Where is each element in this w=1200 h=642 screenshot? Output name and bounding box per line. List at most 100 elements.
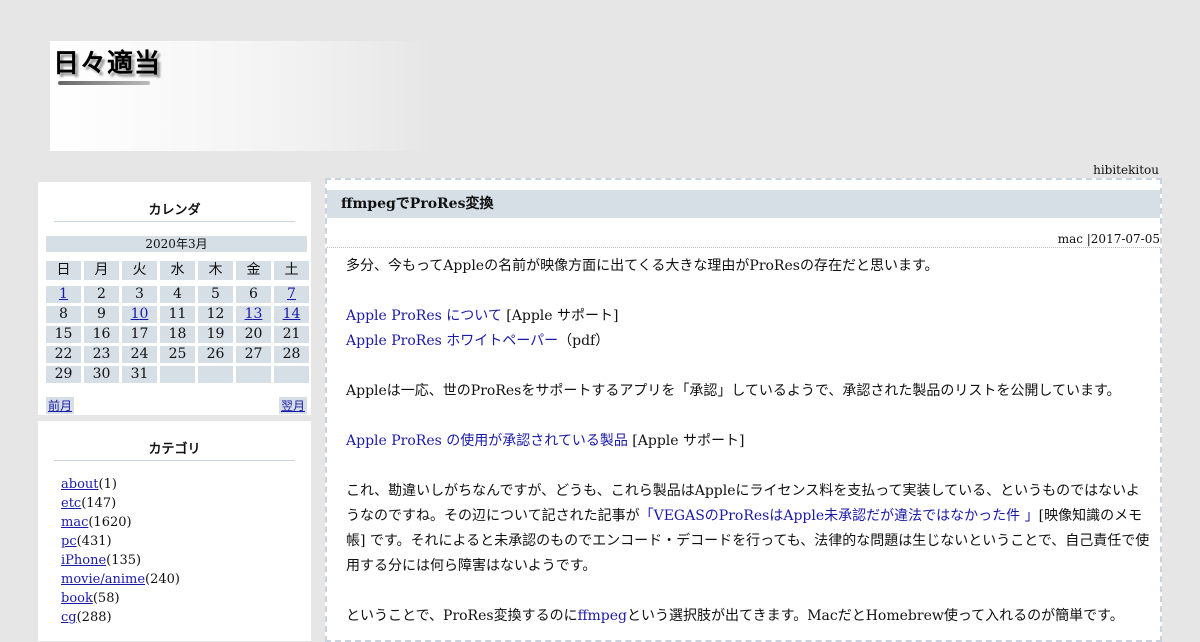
category-item: mac(1620) bbox=[61, 513, 311, 532]
category-count: (135) bbox=[106, 553, 142, 568]
calendar-day: 9 bbox=[84, 306, 119, 323]
category-list: about(1) etc(147) mac(1620) pc(431) iPhone(1… bbox=[61, 475, 311, 627]
calendar-day bbox=[236, 366, 271, 383]
calendar-day: 31 bbox=[122, 366, 157, 383]
calendar-day: 22 bbox=[46, 346, 81, 363]
site-banner: 日々適当 bbox=[50, 41, 438, 151]
title-underline-decoration bbox=[58, 81, 150, 85]
category-count: (58) bbox=[92, 591, 120, 606]
calendar-day: 3 bbox=[122, 286, 157, 303]
calendar-day-link[interactable]: 7 bbox=[287, 286, 296, 302]
category-link[interactable]: pc bbox=[61, 534, 77, 549]
calendar-weekday: 水 bbox=[160, 261, 195, 280]
category-item: pc(431) bbox=[61, 532, 311, 551]
category-count: (1620) bbox=[88, 515, 132, 530]
category-count: (1) bbox=[98, 477, 117, 492]
calendar-day: 6 bbox=[236, 286, 271, 303]
category-link[interactable]: book bbox=[61, 591, 93, 606]
calendar-widget: カレンダ 2020年3月 日月火水木金土 1 2 3 4 5 6 7 8 9 10 11 12 13 14 1… bbox=[38, 182, 311, 415]
category-item: cg(288) bbox=[61, 608, 311, 627]
calendar-day-link[interactable]: 14 bbox=[283, 306, 301, 322]
calendar-day: 26 bbox=[198, 346, 233, 363]
category-count: (288) bbox=[76, 610, 112, 625]
calendar-day[interactable]: 10 bbox=[122, 306, 157, 323]
category-link[interactable]: iPhone bbox=[61, 553, 106, 568]
calendar-weekday: 日 bbox=[46, 261, 81, 280]
category-count: (431) bbox=[76, 534, 112, 549]
prev-month-link[interactable]: 前月 bbox=[46, 397, 75, 414]
link-source: [Apple サポート] bbox=[627, 433, 745, 449]
category-link[interactable]: cg bbox=[61, 610, 77, 625]
calendar-day bbox=[198, 366, 233, 383]
ffmpeg-link[interactable]: ffmpeg bbox=[578, 608, 627, 624]
calendar-day: 23 bbox=[84, 346, 119, 363]
calendar-weekday: 月 bbox=[84, 261, 119, 280]
calendar-day: 2 bbox=[84, 286, 119, 303]
next-month-link[interactable]: 翌月 bbox=[278, 397, 307, 414]
calendar-day: 29 bbox=[46, 366, 81, 383]
calendar-day: 11 bbox=[160, 306, 195, 323]
calendar-weekday: 木 bbox=[198, 261, 233, 280]
calendar-day-link[interactable]: 10 bbox=[131, 306, 149, 322]
post-paragraph: 多分、今もってAppleの名前が映像方面に出てくる大きな理由がProResの存在… bbox=[346, 258, 939, 274]
calendar-day bbox=[274, 366, 309, 383]
category-item: etc(147) bbox=[61, 494, 311, 513]
calendar-day[interactable]: 13 bbox=[236, 306, 271, 323]
post-title[interactable]: ffmpegでProRes変換 bbox=[327, 190, 1160, 218]
calendar-day: 28 bbox=[274, 346, 309, 363]
category-item: iPhone(135) bbox=[61, 551, 311, 570]
calendar-day: 15 bbox=[46, 326, 81, 343]
category-count: (240) bbox=[145, 572, 180, 587]
calendar-day: 16 bbox=[84, 326, 119, 343]
calendar-day[interactable]: 14 bbox=[274, 306, 309, 323]
site-author: hibitekitou bbox=[1093, 163, 1159, 177]
calendar-heading: カレンダ bbox=[54, 182, 295, 222]
category-link[interactable]: about bbox=[61, 477, 99, 492]
link-source: [Apple サポート] bbox=[501, 308, 619, 324]
text-span: という選択肢が出てきます。MacだとHomebrew使って入れるのが簡単です。 bbox=[627, 608, 1124, 624]
post-link-line: Apple ProRes について [Apple サポート] bbox=[346, 304, 1150, 329]
site-title[interactable]: 日々適当 bbox=[53, 43, 161, 80]
category-link[interactable]: etc bbox=[61, 496, 81, 511]
calendar-grid: 日月火水木金土 1 2 3 4 5 6 7 8 9 10 11 12 13 14 15 16 17 18 19 20 21… bbox=[46, 261, 309, 383]
calendar-day: 19 bbox=[198, 326, 233, 343]
category-item: movie/anime(240) bbox=[61, 570, 311, 589]
post-paragraph: Appleは一応、世のProResをサポートするアプリを「承認」しているようで、… bbox=[346, 383, 1121, 399]
calendar-weekday: 土 bbox=[274, 261, 309, 280]
calendar-day: 21 bbox=[274, 326, 309, 343]
post-link-line: Apple ProRes ホワイトペーパー（pdf） bbox=[346, 329, 1150, 354]
post-paragraph: これ、勘違いしがちなんですが、どうも、これら製品はAppleにライセンス料を支払… bbox=[346, 479, 1150, 579]
post-meta: mac |2017-07-05 bbox=[327, 218, 1160, 248]
calendar-day: 30 bbox=[84, 366, 119, 383]
calendar-day: 25 bbox=[160, 346, 195, 363]
article: ffmpegでProRes変換 mac |2017-07-05 多分、今もってA… bbox=[325, 178, 1162, 642]
link-source: （pdf） bbox=[558, 333, 610, 349]
calendar-day: 8 bbox=[46, 306, 81, 323]
calendar-weekday: 火 bbox=[122, 261, 157, 280]
calendar-day[interactable]: 1 bbox=[46, 286, 81, 303]
prores-about-link[interactable]: Apple ProRes について bbox=[346, 308, 502, 324]
calendar-day[interactable]: 7 bbox=[274, 286, 309, 303]
calendar-day-link[interactable]: 1 bbox=[59, 286, 68, 302]
category-count: (147) bbox=[81, 496, 117, 511]
category-link[interactable]: mac bbox=[61, 515, 88, 530]
calendar-day-link[interactable]: 13 bbox=[245, 306, 263, 322]
calendar-day: 5 bbox=[198, 286, 233, 303]
calendar-day: 12 bbox=[198, 306, 233, 323]
calendar-nav: 前月 翌月 bbox=[46, 397, 307, 414]
category-widget: カテゴリ about(1) etc(147) mac(1620) pc(431) iPh… bbox=[38, 421, 311, 641]
post-link-line: Apple ProRes の使用が承認されている製品 [Apple サポート] bbox=[346, 429, 1150, 454]
calendar-day: 4 bbox=[160, 286, 195, 303]
post-paragraph: ということで、ProRes変換するのにffmpegという選択肢が出てきます。Ma… bbox=[346, 604, 1150, 629]
calendar-day: 24 bbox=[122, 346, 157, 363]
calendar-weekday: 金 bbox=[236, 261, 271, 280]
post-body: 多分、今もってAppleの名前が映像方面に出てくる大きな理由がProResの存在… bbox=[327, 248, 1160, 629]
prores-whitepaper-link[interactable]: Apple ProRes ホワイトペーパー bbox=[346, 333, 558, 349]
calendar-day: 27 bbox=[236, 346, 271, 363]
prores-approved-products-link[interactable]: Apple ProRes の使用が承認されている製品 bbox=[346, 433, 628, 449]
category-link[interactable]: movie/anime bbox=[61, 572, 145, 587]
category-item: book(58) bbox=[61, 589, 311, 608]
calendar-day: 18 bbox=[160, 326, 195, 343]
vegas-prores-article-link[interactable]: 「VEGASのProResはApple未承認だが違法ではなかった件 」 bbox=[640, 508, 1039, 524]
text-span: ということで、ProRes変換するのに bbox=[346, 608, 578, 624]
